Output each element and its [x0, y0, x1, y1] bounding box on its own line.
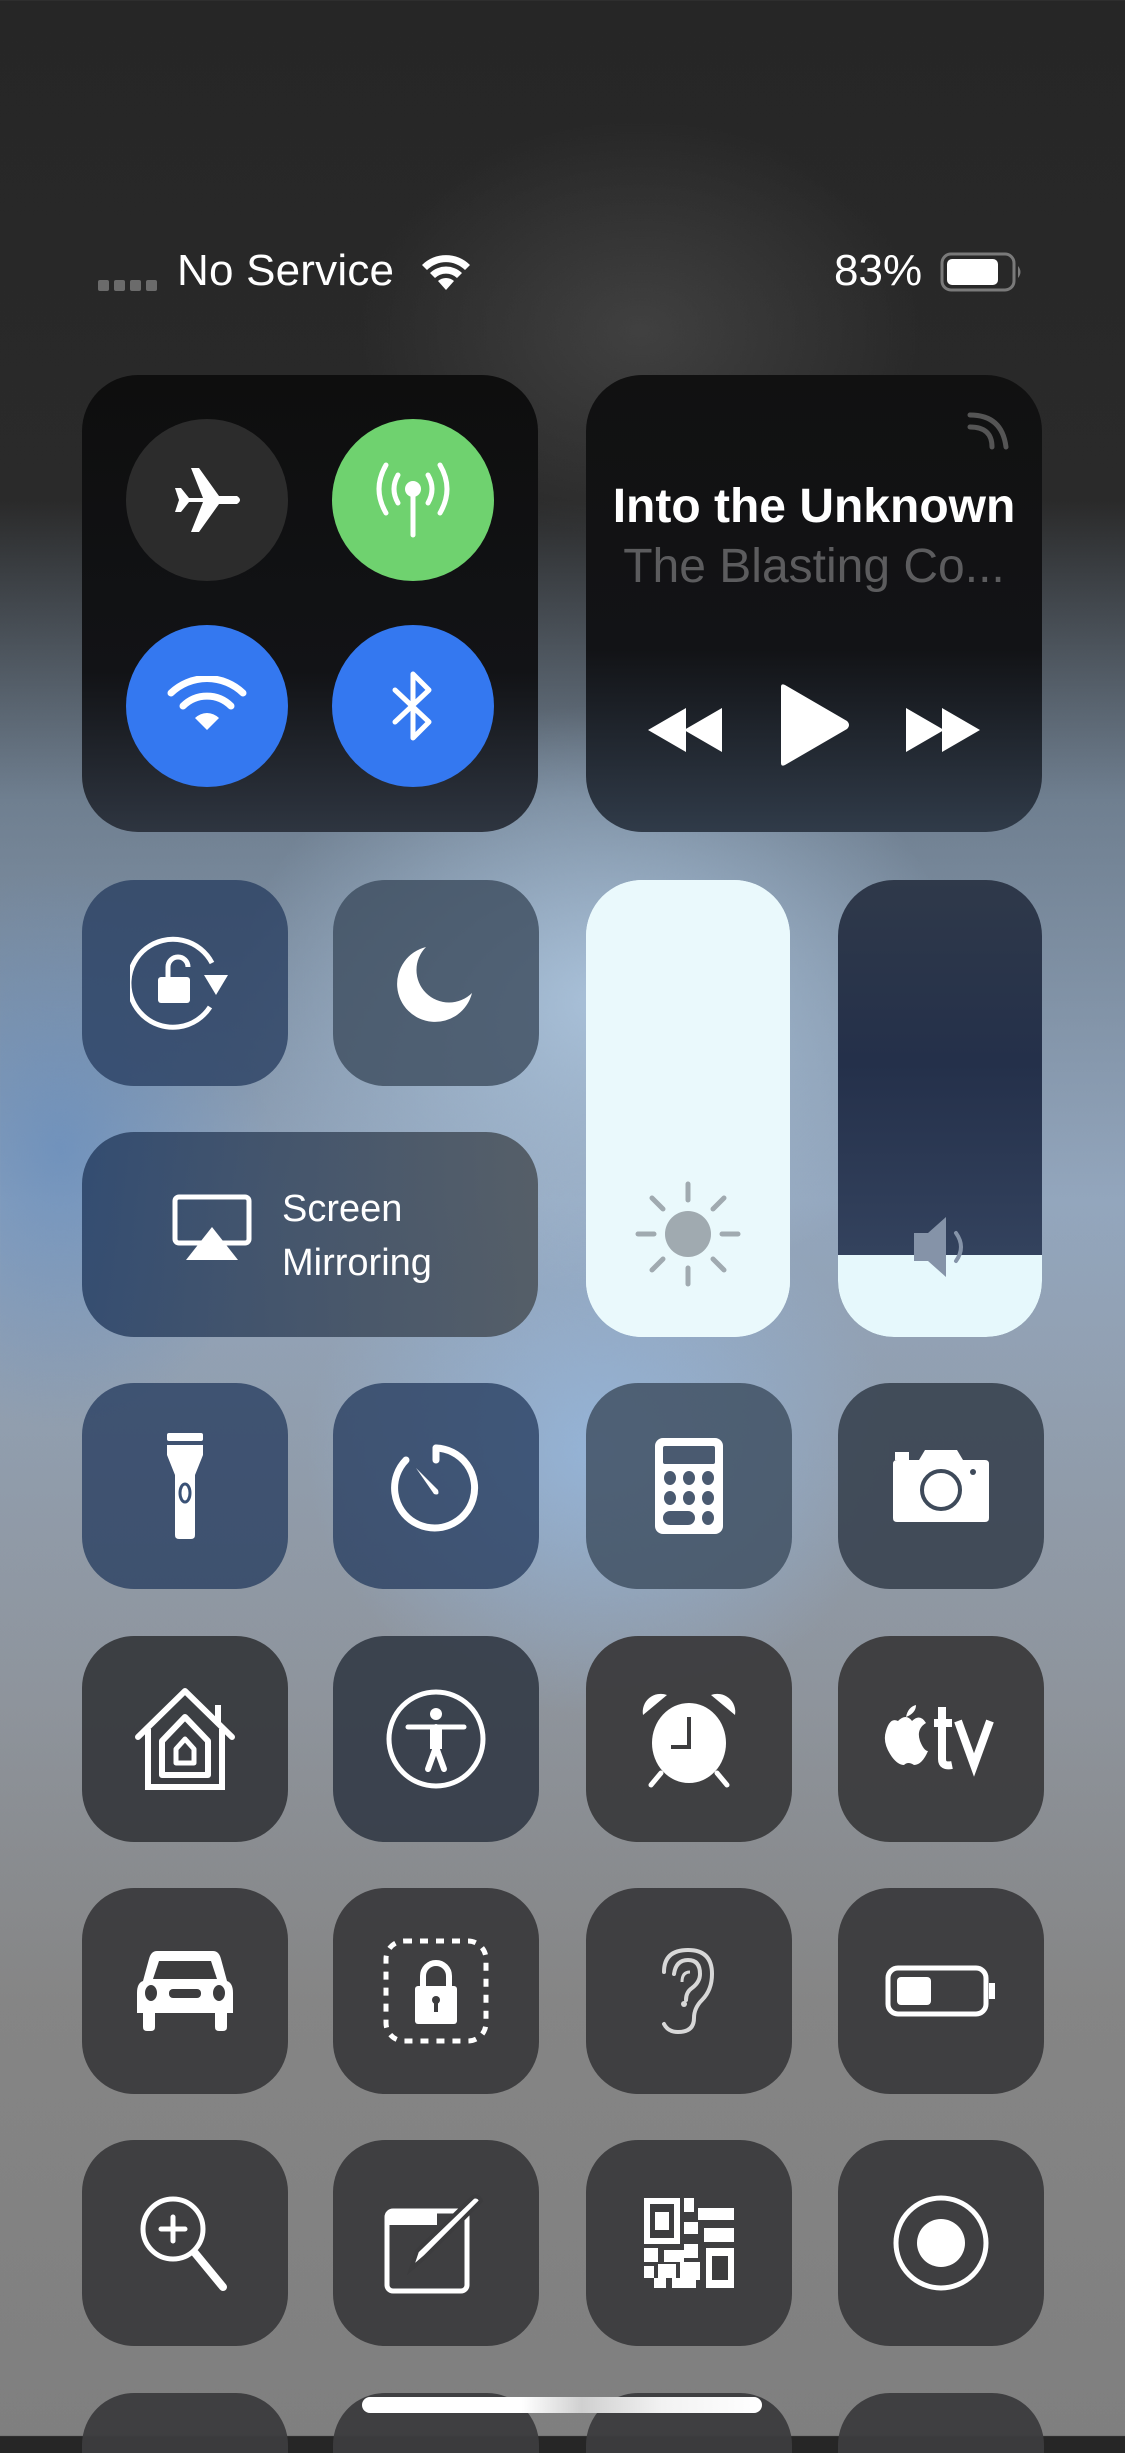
screen-mirroring-button[interactable]: Screen Mirroring [82, 1132, 538, 1337]
orientation-lock-toggle[interactable] [82, 880, 288, 1086]
apple-tv-icon [884, 1705, 994, 1777]
alarm-button[interactable] [586, 1636, 792, 1842]
play-button[interactable] [754, 665, 874, 785]
timer-button[interactable] [333, 1383, 539, 1589]
airplane-icon [175, 468, 240, 532]
song-artist: The Blasting Co... [623, 540, 1005, 593]
hearing-button[interactable] [586, 1888, 792, 2094]
volume-slider[interactable] [838, 880, 1042, 1337]
notes-icon [384, 2194, 484, 2294]
rotation-lock-icon [130, 936, 228, 1030]
home-icon [135, 1688, 235, 1790]
fast-forward-button[interactable] [882, 675, 1002, 785]
magnifier-button[interactable] [82, 2140, 288, 2346]
screen-recording-button[interactable] [838, 2140, 1044, 2346]
accessibility-shortcuts-button[interactable] [333, 1636, 539, 1842]
magnifier-icon [140, 2196, 227, 2291]
guided-access-button[interactable] [333, 1888, 539, 2094]
fast-forward-icon [906, 708, 980, 752]
flashlight-button[interactable] [82, 1383, 288, 1589]
signal-strength-icon [98, 280, 157, 291]
battery-icon [940, 252, 1024, 292]
wifi-toggle[interactable] [126, 625, 288, 787]
calculator-button[interactable] [586, 1383, 792, 1589]
car-icon [137, 1951, 233, 2031]
carrier-label: No Service [177, 246, 395, 295]
wifi-status-icon [420, 252, 472, 292]
airplay-audio-icon[interactable] [966, 405, 1012, 451]
battery-percentage: 83% [834, 246, 923, 295]
rewind-icon [648, 708, 722, 752]
home-indicator[interactable] [362, 2397, 762, 2413]
home-button[interactable] [82, 1636, 288, 1842]
moon-icon [397, 947, 472, 1022]
timer-icon [391, 1444, 479, 1532]
apple-tv-remote-button[interactable] [838, 1636, 1044, 1842]
camera-icon [893, 1450, 989, 1522]
low-power-mode-button[interactable] [838, 1888, 1044, 2094]
brightness-slider[interactable] [586, 880, 790, 1337]
screen-mirroring-line1: Screen [282, 1188, 403, 1230]
record-icon [893, 2195, 989, 2291]
bluetooth-icon [392, 671, 432, 741]
wifi-icon [167, 676, 247, 730]
connectivity-module [82, 375, 538, 832]
bluetooth-toggle[interactable] [332, 625, 494, 787]
alarm-clock-icon [642, 1693, 736, 1788]
status-bar: No Service 83% [0, 240, 1125, 304]
partial-tile-4[interactable] [838, 2393, 1044, 2453]
antenna-icon [376, 462, 450, 538]
airplane-mode-toggle[interactable] [126, 419, 288, 581]
do-not-disturb-while-driving-button[interactable] [82, 1888, 288, 2094]
camera-button[interactable] [838, 1383, 1044, 1589]
screen-mirroring-line2: Mirroring [282, 1242, 432, 1284]
speaker-icon [910, 1215, 974, 1279]
cellular-data-toggle[interactable] [332, 419, 494, 581]
ear-icon [662, 1947, 715, 2035]
do-not-disturb-toggle[interactable] [333, 880, 539, 1086]
qr-code-icon [644, 2198, 734, 2288]
partial-tile-1[interactable] [82, 2393, 288, 2453]
battery-icon [885, 1965, 995, 2017]
calculator-icon [655, 1438, 723, 1534]
rewind-button[interactable] [626, 675, 746, 785]
accessibility-icon [386, 1689, 486, 1789]
notes-button[interactable] [333, 2140, 539, 2346]
guided-access-lock-icon [383, 1938, 489, 2044]
airplay-screen-icon [172, 1194, 252, 1274]
sun-icon [634, 1180, 742, 1288]
flashlight-icon [167, 1433, 203, 1539]
scan-qr-code-button[interactable] [586, 2140, 792, 2346]
play-icon [781, 684, 849, 766]
song-title: Into the Unknown [612, 480, 1016, 533]
screen-mirroring-label: Screen Mirroring [282, 1182, 432, 1290]
now-playing-module[interactable]: Into the Unknown The Blasting Co... [586, 375, 1042, 832]
